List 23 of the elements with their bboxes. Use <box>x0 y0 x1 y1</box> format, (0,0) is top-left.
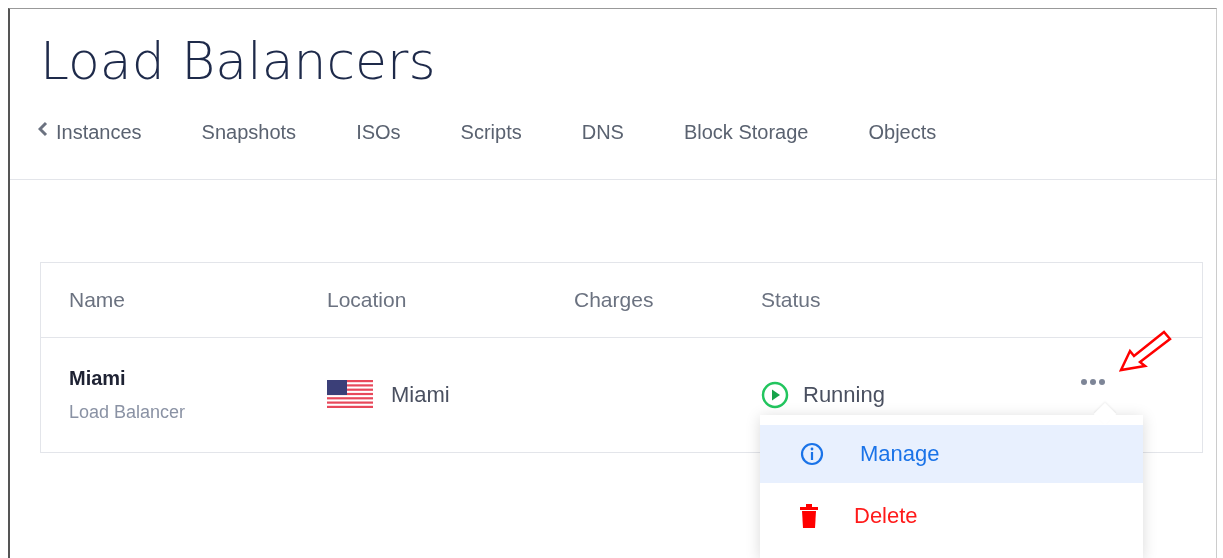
arrow-icon <box>1118 329 1174 373</box>
menu-item[interactable]: Delete <box>760 487 1143 545</box>
location-text: Miami <box>391 382 450 408</box>
balancer-name: Miami <box>69 367 127 390</box>
column-header: Charges <box>574 288 655 312</box>
trash-icon <box>800 504 818 528</box>
nav-tab[interactable]: ISOs <box>356 121 401 147</box>
column-header: Location <box>327 288 408 312</box>
nav-tab[interactable]: Instances <box>38 121 142 147</box>
column-header: Status <box>761 288 822 312</box>
info-icon <box>800 442 824 466</box>
menu-item[interactable]: Manage <box>760 425 1143 483</box>
page-title: Load Balancers <box>39 30 437 93</box>
status-text: Running <box>803 382 885 408</box>
more-button[interactable] <box>1079 377 1107 387</box>
nav-tab[interactable]: Scripts <box>460 121 522 147</box>
nav-tab[interactable]: Objects <box>868 121 937 147</box>
column-header: Name <box>69 288 127 312</box>
balancer-type: Load Balancer <box>69 402 187 423</box>
nav-tab[interactable]: DNS <box>581 121 624 147</box>
nav-tab[interactable]: Snapshots <box>201 121 297 147</box>
flag-icon <box>327 380 373 410</box>
nav-tab[interactable]: Block Storage <box>683 121 809 147</box>
